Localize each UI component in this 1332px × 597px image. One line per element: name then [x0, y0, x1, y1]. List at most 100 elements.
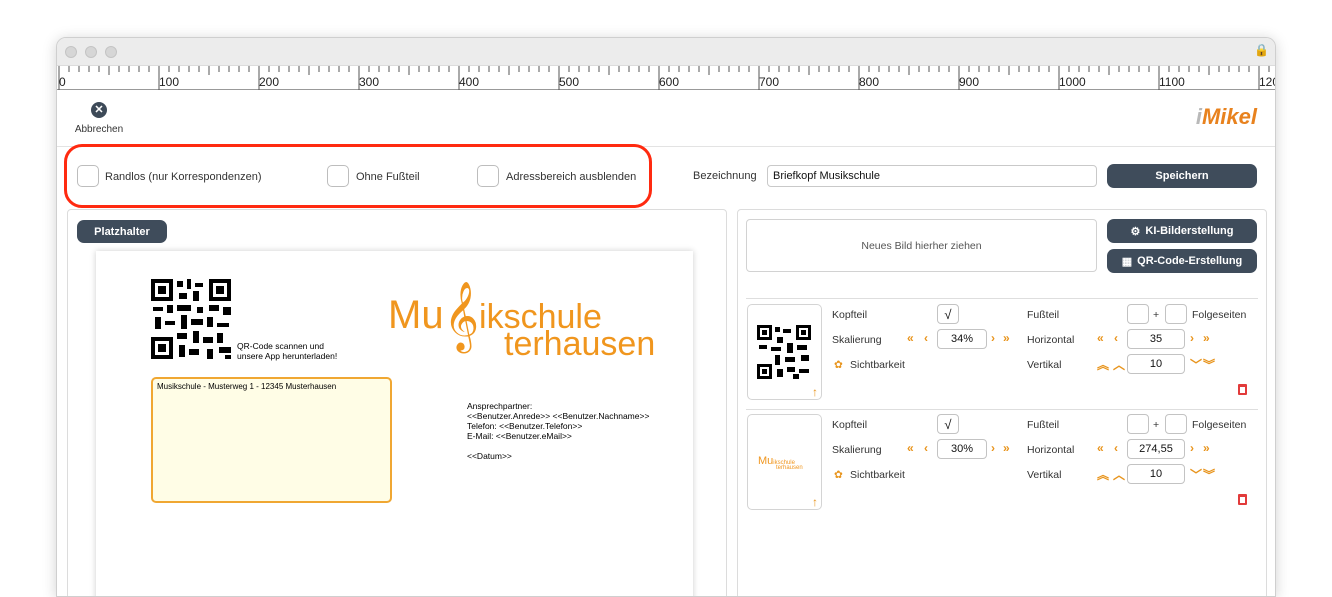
- horizontal-increase-icon[interactable]: ›: [1190, 441, 1194, 455]
- app-logo: iMikel: [1195, 104, 1257, 129]
- vertical-up-fast-icon[interactable]: ︽: [1097, 466, 1109, 483]
- ruler-label: 800: [859, 75, 880, 89]
- vertical-up-fast-icon[interactable]: ︽: [1097, 356, 1109, 373]
- following-pages-label: Folgeseiten: [1192, 419, 1247, 431]
- horizontal-input[interactable]: 274,55: [1127, 439, 1185, 459]
- designation-label: Bezeichnung: [693, 170, 757, 182]
- scale-decrease-fast-icon[interactable]: «: [907, 441, 914, 455]
- cancel-label: Abbrechen: [74, 124, 124, 135]
- scale-increase-fast-icon[interactable]: »: [1003, 441, 1010, 455]
- vertical-up-icon[interactable]: ︿: [1113, 466, 1125, 483]
- ruler-label: 700: [759, 75, 780, 89]
- cancel-button[interactable]: ✕ Abbrechen: [71, 102, 127, 135]
- vertical-down-icon[interactable]: ﹀: [1190, 466, 1202, 483]
- horizontal-decrease-icon[interactable]: ‹: [1114, 441, 1118, 455]
- letter-page: QR-Code scannen und unsere App herunterl…: [96, 251, 693, 596]
- horizontal-label: Horizontal: [1027, 334, 1075, 346]
- horizontal-increase-fast-icon[interactable]: »: [1203, 331, 1210, 345]
- scale-increase-icon[interactable]: ›: [991, 441, 995, 455]
- vertical-down-fast-icon[interactable]: ︾: [1203, 356, 1215, 373]
- scale-label: Skalierung: [832, 444, 882, 456]
- horizontal-increase-fast-icon[interactable]: »: [1203, 441, 1210, 455]
- vertical-input[interactable]: 10: [1127, 354, 1185, 374]
- vertical-down-icon[interactable]: ﹀: [1190, 356, 1202, 373]
- ruler-label: 500: [559, 75, 580, 89]
- ruler-label: 600: [659, 75, 680, 89]
- placeholder-button[interactable]: Platzhalter: [77, 220, 167, 243]
- qr-icon: ▦: [1121, 255, 1133, 268]
- scale-decrease-icon[interactable]: ‹: [924, 331, 928, 345]
- scale-input[interactable]: 30%: [937, 439, 987, 459]
- ai-image-button[interactable]: ⚙ KI-Bilderstellung: [1107, 219, 1257, 243]
- logo-thumb-line2: terhausen: [776, 465, 803, 471]
- qr-caption-line1: QR-Code scannen und: [237, 341, 324, 351]
- save-button[interactable]: Speichern: [1107, 164, 1257, 188]
- lock-icon: 🔒: [1254, 43, 1269, 57]
- address-field[interactable]: Musikschule - Musterweg 1 - 12345 Muster…: [151, 377, 392, 503]
- sender-line: Musikschule - Musterweg 1 - 12345 Muster…: [157, 382, 337, 391]
- scale-increase-fast-icon[interactable]: »: [1003, 331, 1010, 345]
- horizontal-decrease-icon[interactable]: ‹: [1114, 331, 1118, 345]
- vertical-label: Vertikal: [1027, 469, 1062, 481]
- close-window-button[interactable]: [65, 46, 77, 58]
- header-label: Kopfteil: [832, 419, 868, 431]
- ruler-label: 300: [359, 75, 380, 89]
- trash-icon[interactable]: [1238, 494, 1247, 505]
- horizontal-decrease-fast-icon[interactable]: «: [1097, 331, 1104, 345]
- horizontal-input[interactable]: 35: [1127, 329, 1185, 349]
- ruler-label: 1200: [1259, 75, 1275, 89]
- plus-label: +: [1153, 419, 1160, 431]
- scale-decrease-icon[interactable]: ‹: [924, 441, 928, 455]
- vertical-up-icon[interactable]: ︿: [1113, 356, 1125, 373]
- qr-code-image: [151, 279, 231, 359]
- footer-checkbox[interactable]: [1127, 414, 1149, 434]
- minimize-window-button[interactable]: [85, 46, 97, 58]
- horizontal-decrease-fast-icon[interactable]: «: [1097, 441, 1104, 455]
- arrow-up-icon[interactable]: ↑: [812, 385, 818, 399]
- image-thumbnail-qr[interactable]: ↑: [747, 304, 822, 400]
- header-label: Kopfteil: [832, 309, 868, 321]
- trash-icon[interactable]: [1238, 384, 1247, 395]
- ruler-label: 100: [159, 75, 180, 89]
- following-pages-checkbox[interactable]: [1165, 414, 1187, 434]
- ruler: 0 100 200 300 400 500 600 700 800 900 10…: [57, 66, 1275, 90]
- highlight-annotation: [64, 144, 652, 208]
- ruler-label: 0: [59, 75, 66, 89]
- zoom-window-button[interactable]: [105, 46, 117, 58]
- vertical-down-fast-icon[interactable]: ︾: [1203, 466, 1215, 483]
- gear-icon[interactable]: ✿: [834, 469, 843, 481]
- app-window: 🔒 0 100 200 300 400 500 600 700 800 900 …: [56, 37, 1276, 597]
- scale-decrease-fast-icon[interactable]: «: [907, 331, 914, 345]
- contact-name: <<Benutzer.Anrede>> <<Benutzer.Nachname>…: [467, 411, 650, 421]
- vertical-input[interactable]: 10: [1127, 464, 1185, 484]
- following-pages-checkbox[interactable]: [1165, 304, 1187, 324]
- robot-icon: ⚙: [1130, 225, 1141, 238]
- scale-increase-icon[interactable]: ›: [991, 331, 995, 345]
- arrow-up-icon[interactable]: ↑: [812, 495, 818, 509]
- qr-thumb-image: [757, 325, 811, 379]
- gear-icon[interactable]: ✿: [834, 359, 843, 371]
- designation-input[interactable]: Briefkopf Musikschule: [767, 165, 1097, 187]
- school-logo-line2: terhausen: [504, 325, 656, 363]
- image-drop-zone[interactable]: Neues Bild hierher ziehen: [746, 219, 1097, 272]
- horizontal-increase-icon[interactable]: ›: [1190, 331, 1194, 345]
- visibility-label[interactable]: Sichtbarkeit: [850, 469, 905, 481]
- header-checkbox[interactable]: √: [937, 304, 959, 324]
- contact-email: E-Mail: <<Benutzer.eMail>>: [467, 431, 572, 441]
- contact-phone: Telefon: <<Benutzer.Telefon>>: [467, 421, 583, 431]
- footer-label: Fußteil: [1027, 419, 1060, 431]
- contact-label: Ansprechpartner:: [467, 401, 533, 411]
- scale-label: Skalierung: [832, 334, 882, 346]
- footer-label: Fußteil: [1027, 309, 1060, 321]
- header-checkbox[interactable]: √: [937, 414, 959, 434]
- footer-checkbox[interactable]: [1127, 304, 1149, 324]
- image-thumbnail-logo[interactable]: Muikschule terhausen ↑: [747, 414, 822, 510]
- qr-create-button[interactable]: ▦ QR-Code-Erstellung: [1107, 249, 1257, 273]
- close-circle-icon: ✕: [91, 102, 107, 118]
- visibility-label[interactable]: Sichtbarkeit: [850, 359, 905, 371]
- row-divider: [746, 298, 1258, 299]
- ruler-label: 900: [959, 75, 980, 89]
- scale-input[interactable]: 34%: [937, 329, 987, 349]
- qr-caption-line2: unsere App herunterladen!: [237, 351, 338, 361]
- ruler-label: 200: [259, 75, 280, 89]
